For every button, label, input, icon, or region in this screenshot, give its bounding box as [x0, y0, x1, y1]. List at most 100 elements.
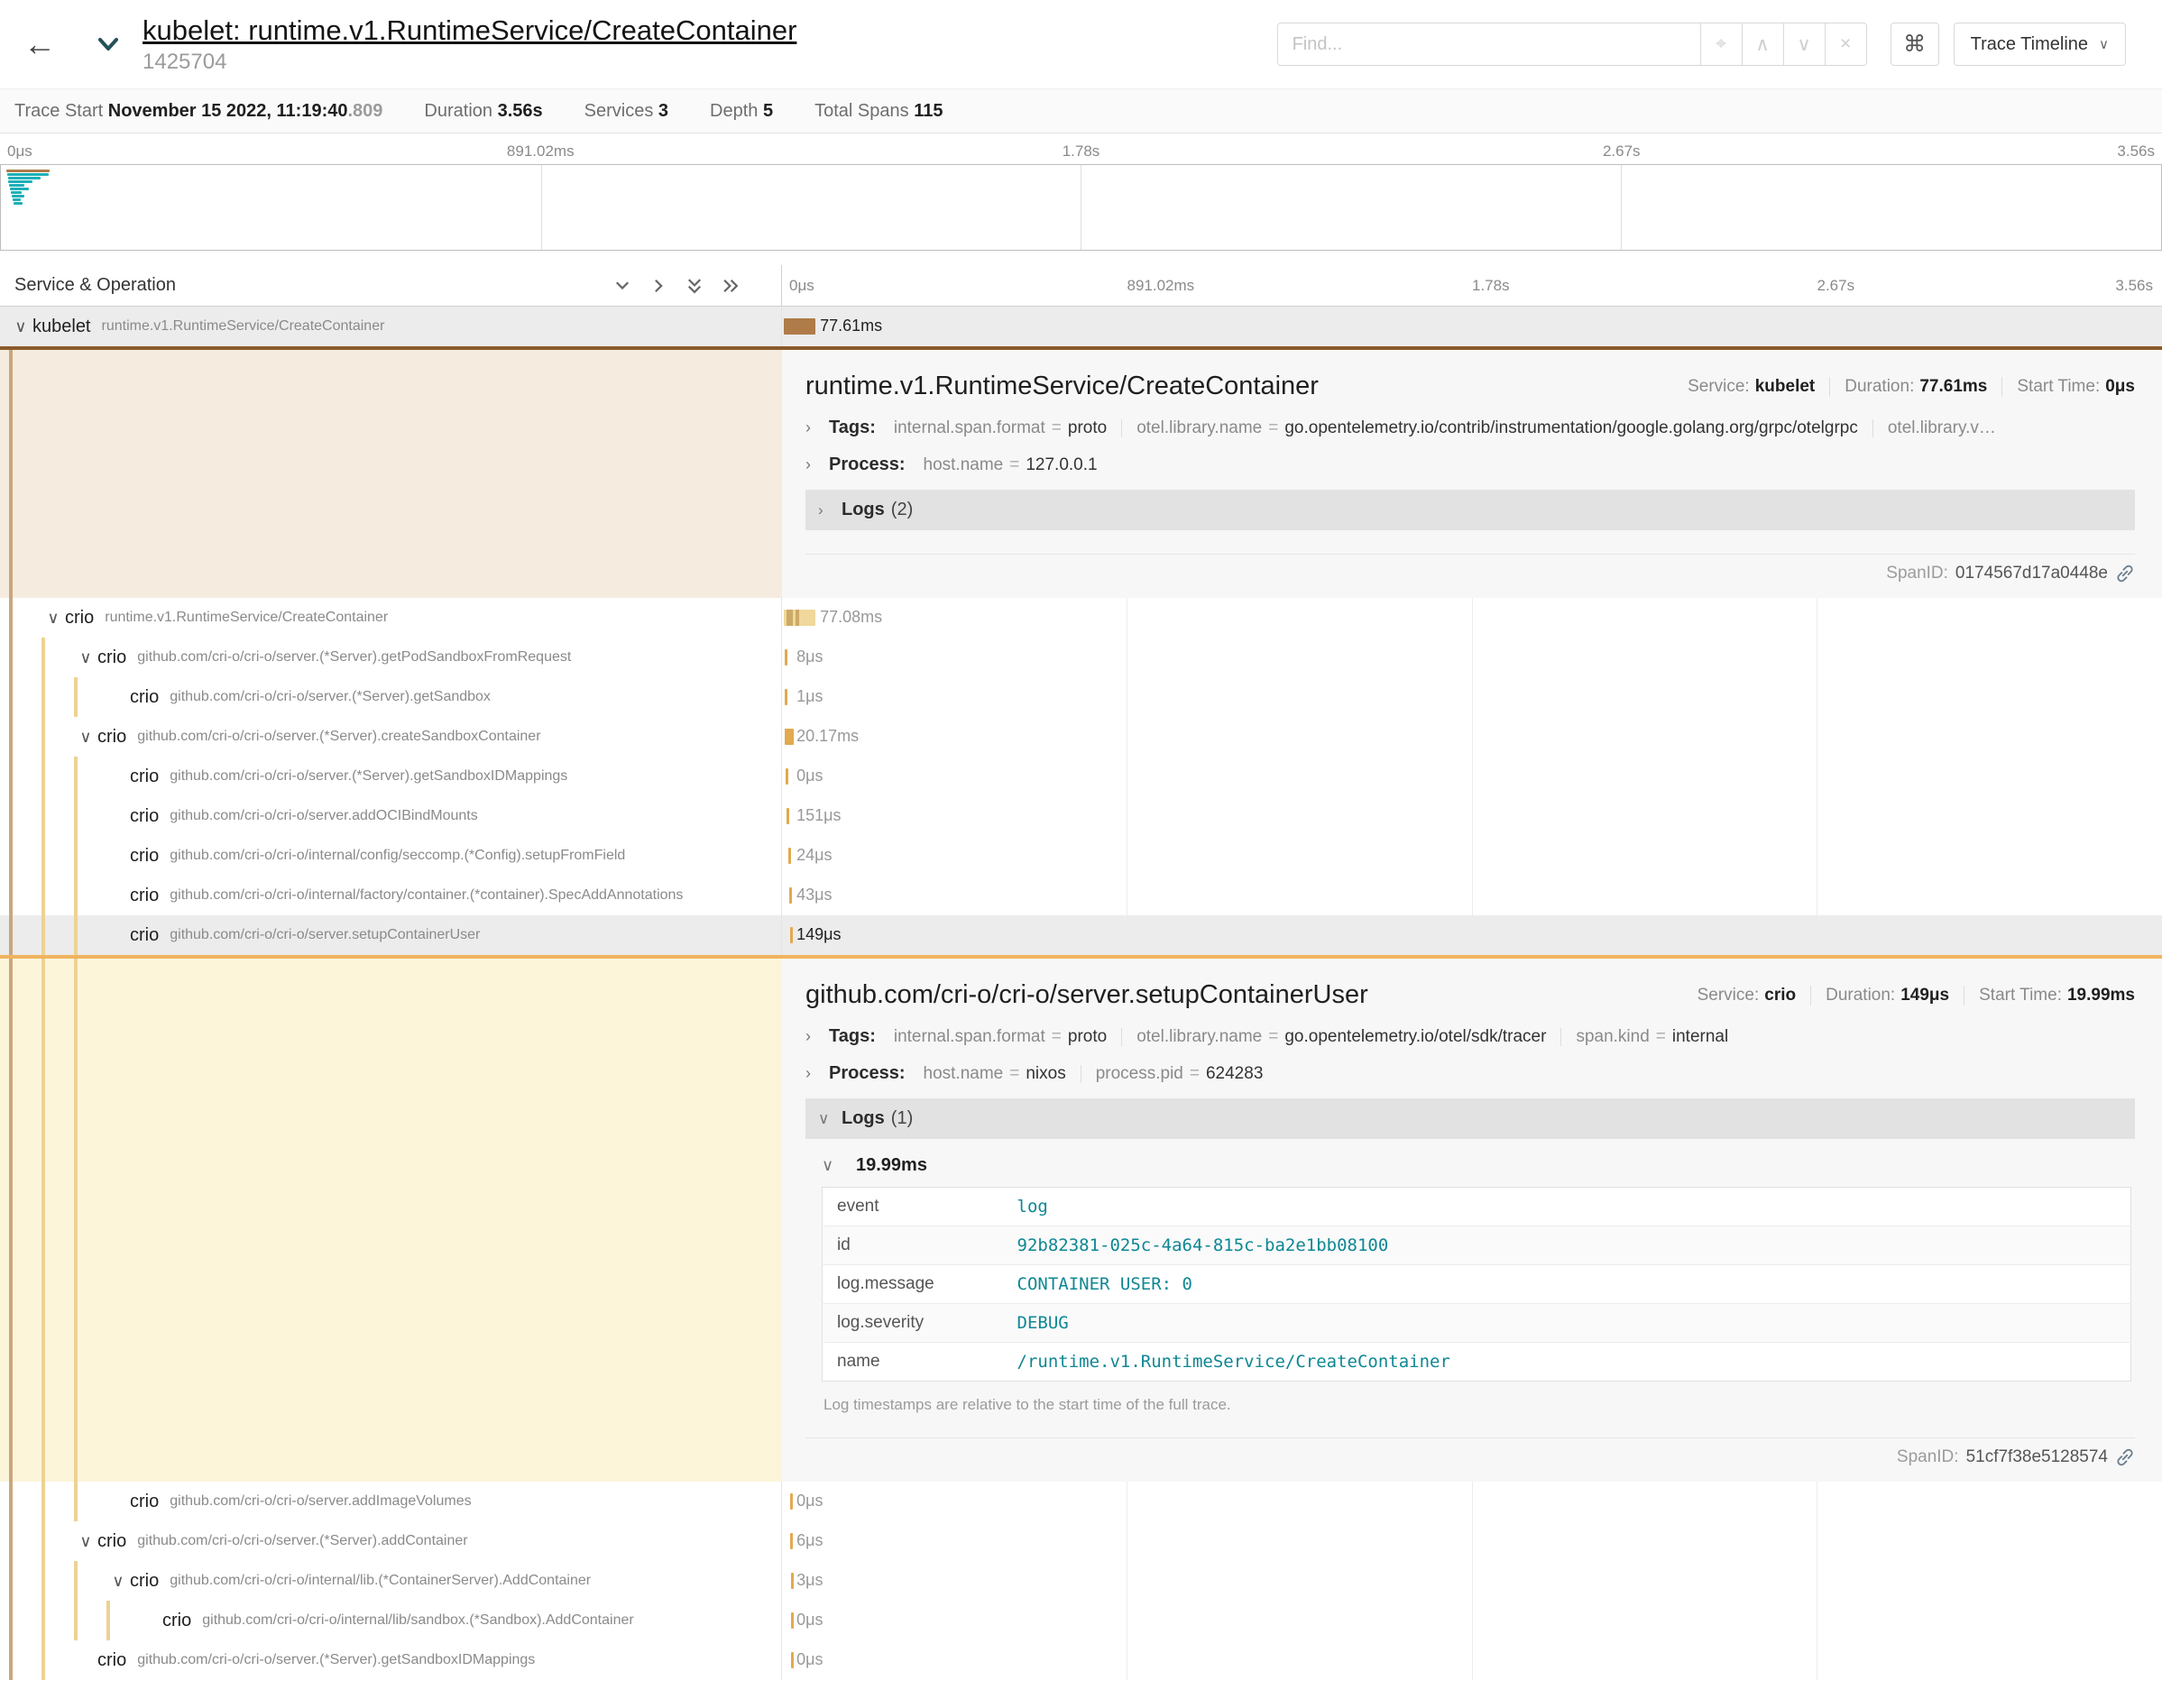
span-timeline-cell[interactable]: 43μs — [782, 876, 2162, 915]
focus-match-icon[interactable]: ⌖ — [1701, 23, 1743, 66]
collapse-all-icon[interactable] — [685, 277, 704, 295]
span-timeline-cell[interactable]: 20.17ms — [782, 717, 2162, 757]
span-timeline-cell[interactable]: 1μs — [782, 677, 2162, 717]
deep-link-icon[interactable] — [2115, 564, 2135, 583]
span-name-cell[interactable]: ∨ crio github.com/cri-o/cri-o/server.(*S… — [0, 757, 782, 796]
span-name-cell[interactable]: ∨ crio github.com/cri-o/cri-o/server.(*S… — [0, 638, 782, 677]
span-name-cell[interactable]: ∨ crio github.com/cri-o/cri-o/server.(*S… — [0, 677, 782, 717]
span-service: crio — [130, 767, 159, 787]
span-row[interactable]: ∨ crio github.com/cri-o/cri-o/internal/l… — [0, 1561, 2162, 1601]
span-name-cell[interactable]: ∨ crio github.com/cri-o/cri-o/internal/l… — [0, 1561, 782, 1601]
span-row[interactable]: ∨ crio github.com/cri-o/cri-o/server.(*S… — [0, 638, 2162, 677]
span-name-cell[interactable]: ∨ crio github.com/cri-o/cri-o/internal/c… — [0, 836, 782, 876]
span-timeline-cell[interactable]: 6μs — [782, 1521, 2162, 1561]
expand-one-icon[interactable] — [649, 277, 667, 295]
span-name-cell[interactable]: ∨ crio runtime.v1.RuntimeService/CreateC… — [0, 598, 782, 638]
span-bar[interactable] — [791, 1612, 794, 1629]
span-row[interactable]: ∨ crio github.com/cri-o/cri-o/internal/l… — [0, 1601, 2162, 1640]
span-row[interactable]: ∨ crio github.com/cri-o/cri-o/server.set… — [0, 915, 2162, 955]
span-bar[interactable] — [786, 768, 788, 785]
span-row[interactable]: ∨ crio github.com/cri-o/cri-o/server.add… — [0, 1482, 2162, 1521]
span-expand-chevron-icon[interactable]: ∨ — [9, 317, 32, 336]
span-row[interactable]: ∨ crio github.com/cri-o/cri-o/server.(*S… — [0, 677, 2162, 717]
collapse-one-icon[interactable] — [613, 277, 631, 295]
span-name-cell[interactable]: ∨ crio github.com/cri-o/cri-o/server.(*S… — [0, 1521, 782, 1561]
minimap-canvas[interactable] — [0, 164, 2162, 251]
span-service: crio — [130, 886, 159, 906]
span-row[interactable]: ∨ crio github.com/cri-o/cri-o/server.(*S… — [0, 1521, 2162, 1561]
span-row[interactable]: ∨ crio github.com/cri-o/cri-o/internal/f… — [0, 876, 2162, 915]
span-bar[interactable] — [787, 808, 789, 824]
span-name-cell[interactable]: ∨ crio github.com/cri-o/cri-o/server.set… — [0, 915, 782, 955]
collapse-trace-chevron-icon[interactable] — [94, 30, 123, 59]
span-timeline-cell[interactable]: 3μs — [782, 1561, 2162, 1601]
trace-services: Services 3 — [584, 101, 668, 122]
span-row[interactable]: ∨ crio github.com/cri-o/cri-o/server.(*S… — [0, 717, 2162, 757]
span-name-cell[interactable]: ∨ crio github.com/cri-o/cri-o/server.add… — [0, 796, 782, 836]
span-bar[interactable] — [784, 318, 815, 335]
prev-match-icon[interactable]: ∧ — [1743, 23, 1784, 66]
span-timeline-cell[interactable]: 0μs — [782, 1640, 2162, 1680]
span-name-cell[interactable]: ∨ crio github.com/cri-o/cri-o/server.(*S… — [0, 1640, 782, 1680]
span-expand-chevron-icon[interactable]: ∨ — [41, 609, 65, 628]
trace-view-selector[interactable]: Trace Timeline ∨ — [1954, 23, 2126, 66]
log-field-key: log.message — [823, 1265, 1003, 1304]
span-timeline-cell[interactable]: 0μs — [782, 1601, 2162, 1640]
span-service: crio — [97, 1650, 126, 1671]
span-bar[interactable] — [784, 610, 814, 626]
tags-accordion[interactable]: › Tags: internal.span.format=proto otel.… — [805, 1026, 2135, 1047]
span-bar[interactable] — [791, 1573, 794, 1589]
find-input[interactable] — [1277, 23, 1701, 66]
log-entry-toggle[interactable]: ∨ 19.99ms — [822, 1155, 2135, 1176]
keyboard-shortcuts-button[interactable]: ⌘ — [1891, 23, 1939, 66]
span-timeline-cell[interactable]: 77.61ms — [782, 307, 2162, 346]
span-row[interactable]: ∨ crio github.com/cri-o/cri-o/server.add… — [0, 796, 2162, 836]
span-expand-chevron-icon[interactable]: ∨ — [106, 1572, 130, 1591]
span-bar[interactable] — [785, 729, 793, 745]
tags-accordion[interactable]: › Tags: internal.span.format=proto otel.… — [805, 418, 2135, 438]
process-accordion[interactable]: › Process: host.name=127.0.0.1 — [805, 455, 2135, 475]
span-row[interactable]: ∨ crio github.com/cri-o/cri-o/server.(*S… — [0, 757, 2162, 796]
next-match-icon[interactable]: ∨ — [1784, 23, 1826, 66]
span-timeline-cell[interactable]: 151μs — [782, 796, 2162, 836]
span-row[interactable]: ∨ kubelet runtime.v1.RuntimeService/Crea… — [0, 307, 2162, 346]
span-name-cell[interactable]: ∨ crio github.com/cri-o/cri-o/internal/l… — [0, 1601, 782, 1640]
span-name-cell[interactable]: ∨ crio github.com/cri-o/cri-o/server.add… — [0, 1482, 782, 1521]
trace-title-link[interactable]: kubelet: runtime.v1.RuntimeService/Creat… — [143, 14, 796, 47]
chevron-down-icon: ∨ — [2099, 36, 2109, 52]
span-timeline-cell[interactable]: 149μs — [782, 915, 2162, 955]
logs-accordion[interactable]: ∨ Logs(1) — [805, 1098, 2135, 1139]
span-bar[interactable] — [790, 1533, 793, 1549]
span-expand-chevron-icon[interactable]: ∨ — [74, 1532, 97, 1551]
span-duration: 24μs — [796, 846, 832, 865]
logs-accordion[interactable]: › Logs(2) — [805, 490, 2135, 530]
span-row[interactable]: ∨ crio github.com/cri-o/cri-o/internal/c… — [0, 836, 2162, 876]
span-name-cell[interactable]: ∨ crio github.com/cri-o/cri-o/internal/f… — [0, 876, 782, 915]
span-bar[interactable] — [785, 649, 787, 666]
process-accordion[interactable]: › Process: host.name=nixos process.pid=6… — [805, 1063, 2135, 1084]
span-bar[interactable] — [791, 1652, 794, 1668]
span-row[interactable]: ∨ crio runtime.v1.RuntimeService/CreateC… — [0, 598, 2162, 638]
span-timeline-cell[interactable]: 8μs — [782, 638, 2162, 677]
span-bar[interactable] — [789, 887, 792, 904]
span-bar[interactable] — [790, 1493, 793, 1510]
deep-link-icon[interactable] — [2115, 1447, 2135, 1467]
span-bar[interactable] — [790, 927, 793, 943]
span-bar[interactable] — [785, 689, 787, 705]
span-expand-chevron-icon[interactable]: ∨ — [74, 728, 97, 747]
span-row[interactable]: ∨ crio github.com/cri-o/cri-o/server.(*S… — [0, 1640, 2162, 1680]
trace-title-block: kubelet: runtime.v1.RuntimeService/Creat… — [143, 14, 796, 75]
span-timeline-cell[interactable]: 0μs — [782, 757, 2162, 796]
span-timeline-cell[interactable]: 0μs — [782, 1482, 2162, 1521]
span-expand-chevron-icon[interactable]: ∨ — [74, 648, 97, 667]
detail-indent-area — [0, 959, 782, 1482]
span-timeline-cell[interactable]: 24μs — [782, 836, 2162, 876]
span-name-cell[interactable]: ∨ kubelet runtime.v1.RuntimeService/Crea… — [0, 307, 782, 346]
span-bar[interactable] — [788, 848, 791, 864]
back-icon[interactable]: ← — [23, 28, 56, 60]
clear-find-icon[interactable]: × — [1826, 23, 1867, 66]
span-detail-kubelet: runtime.v1.RuntimeService/CreateContaine… — [0, 346, 2162, 598]
expand-all-icon[interactable] — [722, 277, 740, 295]
span-name-cell[interactable]: ∨ crio github.com/cri-o/cri-o/server.(*S… — [0, 717, 782, 757]
span-timeline-cell[interactable]: 77.08ms — [782, 598, 2162, 638]
